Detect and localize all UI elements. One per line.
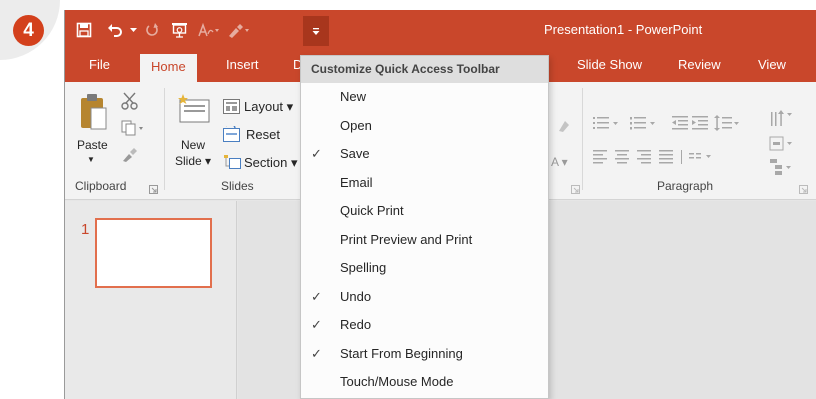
tab-slide-show[interactable]: Slide Show bbox=[577, 50, 642, 82]
paste-dropdown-icon[interactable]: ▼ bbox=[87, 155, 95, 164]
save-icon bbox=[76, 22, 92, 38]
menu-item-label: Email bbox=[340, 174, 373, 190]
menu-item-new[interactable]: New bbox=[301, 83, 548, 112]
tab-file[interactable]: File bbox=[89, 50, 110, 82]
format-painter-ribbon-button[interactable] bbox=[122, 146, 138, 165]
decrease-indent-icon[interactable] bbox=[672, 116, 688, 133]
reset-button[interactable]: Reset bbox=[246, 127, 280, 142]
menu-item-label: Undo bbox=[340, 288, 372, 304]
check-icon: ✓ bbox=[311, 317, 322, 332]
text-direction-icon[interactable] bbox=[769, 110, 793, 133]
line-spacing-icon[interactable] bbox=[714, 115, 740, 134]
new-slide-label-line1[interactable]: New bbox=[181, 138, 205, 152]
undo-button[interactable] bbox=[103, 10, 127, 50]
tab-insert[interactable]: Insert bbox=[226, 50, 259, 82]
menu-item-quick-print[interactable]: Quick Print bbox=[301, 197, 548, 226]
title-bar: Presentation1 - PowerPoint bbox=[65, 10, 816, 50]
cut-icon bbox=[121, 92, 138, 110]
increase-indent-icon[interactable] bbox=[692, 116, 708, 133]
section-button[interactable]: Section ▾ bbox=[244, 155, 298, 171]
slide-thumbnails-pane: 1 bbox=[65, 201, 237, 399]
format-painter-icon bbox=[229, 24, 249, 38]
redo-button[interactable] bbox=[139, 10, 165, 50]
reset-icon bbox=[223, 123, 241, 145]
group-separator bbox=[164, 88, 165, 190]
group-label-paragraph: Paragraph bbox=[657, 179, 714, 193]
menu-item-label: Start From Beginning bbox=[340, 345, 463, 361]
quick-access-toolbar bbox=[65, 10, 253, 50]
menu-item-redo[interactable]: ✓ Redo bbox=[301, 311, 548, 340]
menu-header: Customize Quick Access Toolbar bbox=[301, 56, 548, 83]
clear-formatting-icon[interactable] bbox=[557, 119, 571, 136]
menu-item-email[interactable]: Email bbox=[301, 169, 548, 198]
format-painter-ribbon-icon bbox=[123, 148, 137, 162]
tab-view[interactable]: View bbox=[758, 50, 786, 82]
customize-qat-button[interactable] bbox=[303, 16, 329, 46]
undo-dropdown-icon bbox=[129, 27, 137, 32]
menu-item-label: New bbox=[340, 89, 367, 104]
new-slide-button[interactable] bbox=[177, 94, 211, 131]
paragraph-launcher-icon[interactable] bbox=[799, 183, 808, 197]
paste-button[interactable] bbox=[79, 93, 107, 134]
font-launcher-icon[interactable] bbox=[571, 183, 580, 197]
touch-mode-icon bbox=[198, 22, 219, 37]
touch-mode-button[interactable] bbox=[193, 10, 223, 50]
menu-item-spelling[interactable]: Spelling bbox=[301, 254, 548, 283]
format-painter-button[interactable] bbox=[223, 10, 253, 50]
smartart-icon[interactable] bbox=[769, 158, 793, 179]
group-separator bbox=[582, 88, 583, 190]
window-title: Presentation1 - PowerPoint bbox=[544, 22, 703, 37]
redo-icon bbox=[146, 23, 158, 36]
align-text-icon[interactable] bbox=[769, 136, 793, 155]
menu-item-label: Touch/Mouse Mode bbox=[340, 374, 454, 389]
paste-label[interactable]: Paste bbox=[77, 138, 108, 152]
menu-item-label: Print Preview and Print bbox=[340, 231, 473, 247]
check-icon: ✓ bbox=[311, 345, 322, 361]
menu-item-label: Quick Print bbox=[340, 203, 404, 218]
slide-number: 1 bbox=[81, 221, 90, 238]
customize-qat-icon bbox=[312, 27, 320, 35]
menu-item-label: Open bbox=[340, 117, 372, 133]
start-from-beginning-icon bbox=[171, 23, 187, 38]
tab-home[interactable]: Home bbox=[140, 54, 197, 82]
menu-item-undo[interactable]: ✓ Undo bbox=[301, 283, 548, 312]
clipboard-launcher-icon[interactable] bbox=[149, 183, 158, 197]
copy-icon bbox=[121, 120, 143, 136]
menu-item-label: Redo bbox=[340, 317, 372, 332]
menu-item-start-from-beginning[interactable]: ✓ Start From Beginning bbox=[301, 340, 548, 369]
menu-item-print-preview[interactable]: Print Preview and Print bbox=[301, 226, 548, 255]
bullets-icon[interactable] bbox=[593, 116, 629, 133]
check-icon: ✓ bbox=[311, 146, 322, 161]
group-label-slides: Slides bbox=[221, 179, 254, 193]
section-icon bbox=[223, 154, 241, 172]
save-button[interactable] bbox=[65, 10, 103, 50]
menu-item-save[interactable]: ✓ Save bbox=[301, 140, 548, 169]
customize-qat-menu: Customize Quick Access Toolbar New Open … bbox=[300, 55, 549, 399]
check-icon: ✓ bbox=[311, 288, 322, 304]
new-slide-label-line2[interactable]: Slide ▾ bbox=[175, 154, 211, 168]
group-label-clipboard: Clipboard bbox=[75, 179, 127, 193]
menu-item-label: Spelling bbox=[340, 260, 387, 275]
layout-button[interactable]: Layout ▾ bbox=[244, 99, 293, 115]
menu-item-label: Save bbox=[340, 146, 370, 161]
cut-button[interactable] bbox=[121, 92, 139, 113]
slide-thumbnail[interactable] bbox=[95, 218, 212, 288]
paste-icon bbox=[81, 94, 107, 130]
menu-item-touch-mouse-mode[interactable]: Touch/Mouse Mode bbox=[301, 368, 548, 397]
layout-icon bbox=[223, 99, 240, 117]
undo-dropdown-button[interactable] bbox=[127, 10, 139, 50]
undo-icon bbox=[108, 24, 122, 37]
menu-item-open[interactable]: Open bbox=[301, 112, 548, 141]
start-from-beginning-button[interactable] bbox=[165, 10, 193, 50]
numbering-icon[interactable] bbox=[630, 116, 666, 133]
alignment-icons[interactable] bbox=[593, 150, 743, 167]
new-slide-icon bbox=[178, 94, 210, 123]
font-color-fragment[interactable]: A ▾ bbox=[551, 155, 568, 169]
copy-button[interactable] bbox=[121, 120, 143, 139]
step-badge: 4 bbox=[13, 15, 44, 46]
tab-review[interactable]: Review bbox=[678, 50, 721, 82]
